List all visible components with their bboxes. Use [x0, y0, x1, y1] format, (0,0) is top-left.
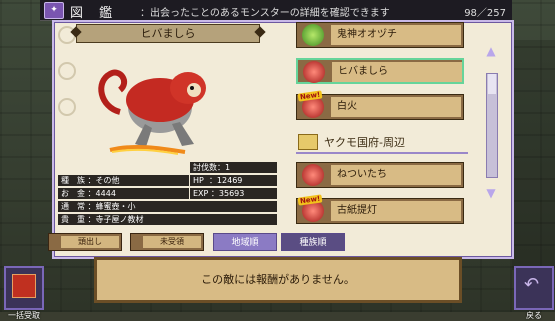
list-item[interactable]: New! 白火	[296, 90, 464, 120]
swirl-ornament-icon	[58, 98, 76, 116]
page-title: 図 鑑	[70, 6, 119, 21]
header-hint: ：出会ったことのあるモンスターの詳細を確認できます	[140, 8, 390, 19]
list-item-selected[interactable]: ヒバましら	[296, 58, 464, 84]
scroll-down-icon[interactable]: ▼	[484, 187, 498, 199]
head-button[interactable]: 頭出し	[48, 233, 122, 251]
green-orb-icon	[302, 24, 324, 46]
book-icon: ✦	[44, 2, 64, 19]
kill-count: 討伐数：1	[190, 162, 277, 173]
collect-all-button[interactable]: 一括受取	[4, 266, 44, 320]
collection-count: 98／257	[464, 8, 506, 19]
tab-by-species[interactable]: 種族順	[281, 233, 345, 251]
hp-stat: HP ：12469	[190, 175, 277, 186]
red-orb-icon	[303, 61, 325, 83]
tab-by-region[interactable]: 地域順	[213, 233, 277, 251]
red-orb-icon	[302, 164, 324, 186]
unreceived-button[interactable]: 未受領	[130, 233, 204, 251]
exp-stat: EXP ：35693	[190, 188, 277, 199]
rare-drop: 貴 重 ：寺子屋ノ教材	[58, 214, 277, 225]
list-item[interactable]: New! 古紙提灯	[296, 194, 464, 224]
normal-drop: 通 常 ：蜂蜜壺・小	[58, 201, 277, 212]
scroll-icon	[298, 134, 318, 150]
list-item[interactable]: ねついたち	[296, 162, 464, 188]
monster-name-plate: ヒバましら	[76, 24, 260, 43]
region-header: ヤクモ国府-周辺	[296, 132, 468, 154]
gold-stat: お 金 ：4444	[58, 188, 189, 199]
reward-message: この敵には報酬がありません。	[94, 257, 462, 303]
scrollbar-thumb[interactable]	[488, 74, 496, 94]
scroll-up-icon[interactable]: ▲	[484, 45, 498, 57]
return-icon: ↶	[524, 274, 540, 295]
list-item[interactable]: 鬼神オオヅチ	[296, 22, 464, 48]
header-bar: ✦ 図 鑑 ：出会ったことのあるモンスターの詳細を確認できます 98／257	[40, 0, 512, 21]
monster-sprite	[98, 69, 206, 155]
right-shade	[512, 40, 555, 270]
swirl-ornament-icon	[58, 62, 76, 80]
chest-icon	[12, 274, 36, 298]
scrollbar[interactable]	[486, 73, 498, 178]
back-button[interactable]: ↶ 戻る	[514, 266, 554, 320]
type-stat: 種 族 ：その他	[58, 175, 189, 186]
